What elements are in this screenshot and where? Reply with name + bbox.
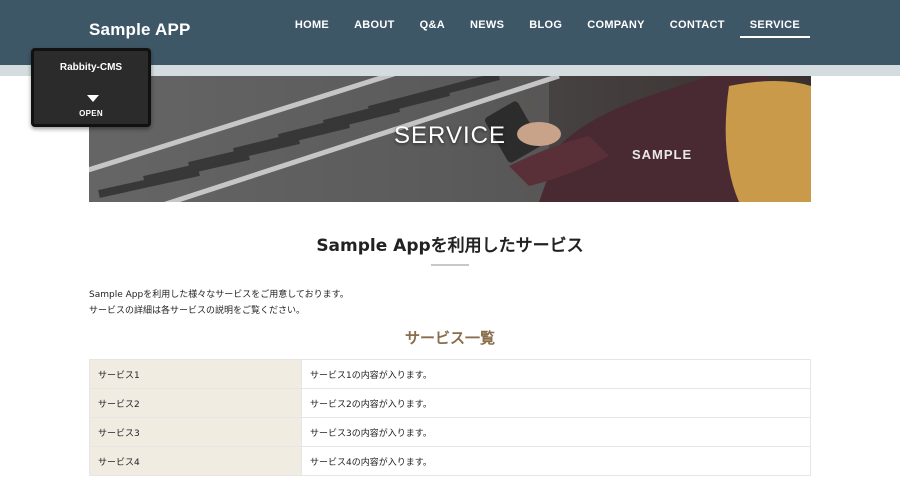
main-nav: HOME ABOUT Q&A NEWS BLOG COMPANY CONTACT… <box>280 19 810 38</box>
nav-qa[interactable]: Q&A <box>410 19 455 38</box>
cms-open-button[interactable]: OPEN <box>34 109 148 118</box>
table-row: サービス2 サービス2の内容が入ります。 <box>89 388 811 418</box>
table-row: サービス3 サービス3の内容が入ります。 <box>89 417 811 447</box>
table-row: サービス1 サービス1の内容が入ります。 <box>89 359 811 389</box>
nav-company[interactable]: COMPANY <box>577 19 655 38</box>
caret-down-icon[interactable] <box>87 95 99 102</box>
service-description: サービス2の内容が入ります。 <box>301 388 811 418</box>
page-title: Sample Appを利用したサービス <box>316 236 584 256</box>
service-table: サービス1 サービス1の内容が入ります。 サービス2 サービス2の内容が入ります… <box>89 359 811 476</box>
nav-contact[interactable]: CONTACT <box>660 19 735 38</box>
intro-line-1: Sample Appを利用した様々なサービスをご用意しております。 <box>89 290 349 300</box>
table-row: サービス4 サービス4の内容が入ります。 <box>89 446 811 476</box>
intro-text: Sample Appを利用した様々なサービスをご用意しております。 サービスの詳… <box>89 287 349 319</box>
cms-logo: Rabbity-CMS <box>59 62 123 73</box>
service-description: サービス4の内容が入ります。 <box>301 446 811 476</box>
service-description-link[interactable]: サービス1の内容が入ります。 <box>301 359 811 389</box>
service-name: サービス1 <box>89 359 302 389</box>
nav-about[interactable]: ABOUT <box>344 19 405 38</box>
hero-watermark: SAMPLE <box>632 147 693 162</box>
service-name: サービス4 <box>89 446 302 476</box>
heading-divider <box>431 264 469 266</box>
service-name-link[interactable]: サービス2 <box>89 388 302 418</box>
nav-home[interactable]: HOME <box>285 19 339 38</box>
nav-service[interactable]: SERVICE <box>739 19 810 38</box>
service-name: サービス3 <box>89 417 302 447</box>
nav-blog[interactable]: BLOG <box>519 19 572 38</box>
intro-line-2: サービスの詳細は各サービスの説明をご覧ください。 <box>89 306 306 316</box>
hero-banner: SERVICE SAMPLE <box>89 76 811 202</box>
service-list-title: サービス一覧 <box>404 329 495 347</box>
hero-title: SERVICE <box>394 122 506 149</box>
nav-news[interactable]: NEWS <box>460 19 514 38</box>
cms-widget[interactable]: Rabbity-CMS OPEN <box>31 48 151 127</box>
site-logo[interactable]: Sample APP <box>89 20 191 40</box>
service-description: サービス3の内容が入ります。 <box>301 417 811 447</box>
